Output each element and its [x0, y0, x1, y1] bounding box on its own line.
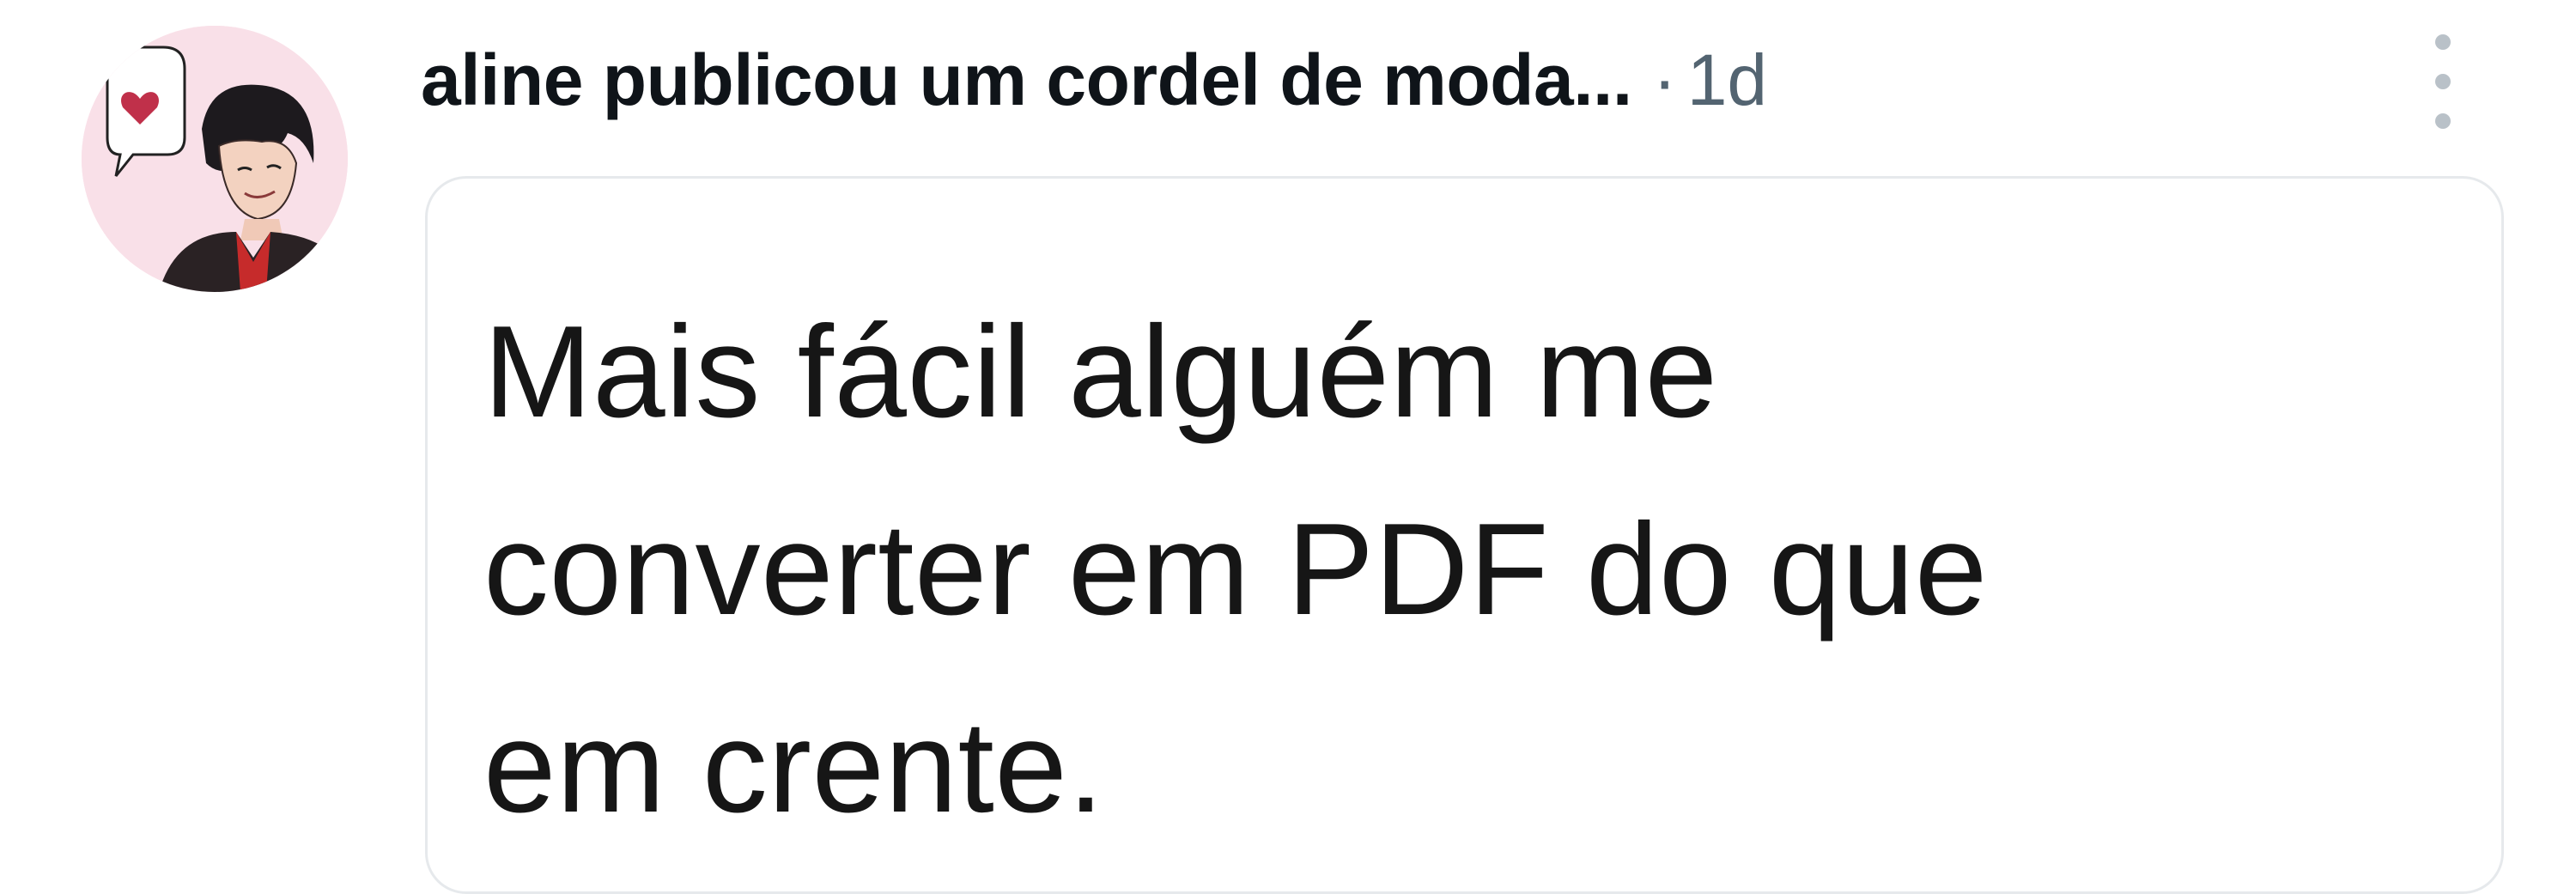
avatar[interactable]	[82, 26, 348, 292]
vertical-ellipsis-dot	[2435, 113, 2451, 129]
post-header: aline publicou um cordel de moda... · 1d	[421, 24, 1767, 136]
vertical-ellipsis-dot	[2435, 74, 2451, 89]
media-text-line: em crente.	[483, 694, 1105, 840]
post-timestamp[interactable]: 1d	[1687, 39, 1767, 122]
illustrated-portrait-avatar-icon	[82, 26, 348, 292]
header-separator: ·	[1652, 39, 1677, 120]
feed-post: aline publicou um cordel de moda... · 1d…	[0, 0, 2576, 894]
more-options-button[interactable]	[2409, 34, 2477, 129]
vertical-ellipsis-icon	[2435, 34, 2451, 50]
author-display-name[interactable]: aline publicou um cordel de moda...	[421, 39, 1632, 122]
media-text-line: converter em PDF do que	[483, 496, 1988, 642]
media-text-block: Mais fácil alguém me converter em PDF do…	[483, 273, 1988, 866]
post-media-card[interactable]: Mais fácil alguém me converter em PDF do…	[425, 176, 2504, 894]
media-text-line: Mais fácil alguém me	[483, 299, 1718, 445]
